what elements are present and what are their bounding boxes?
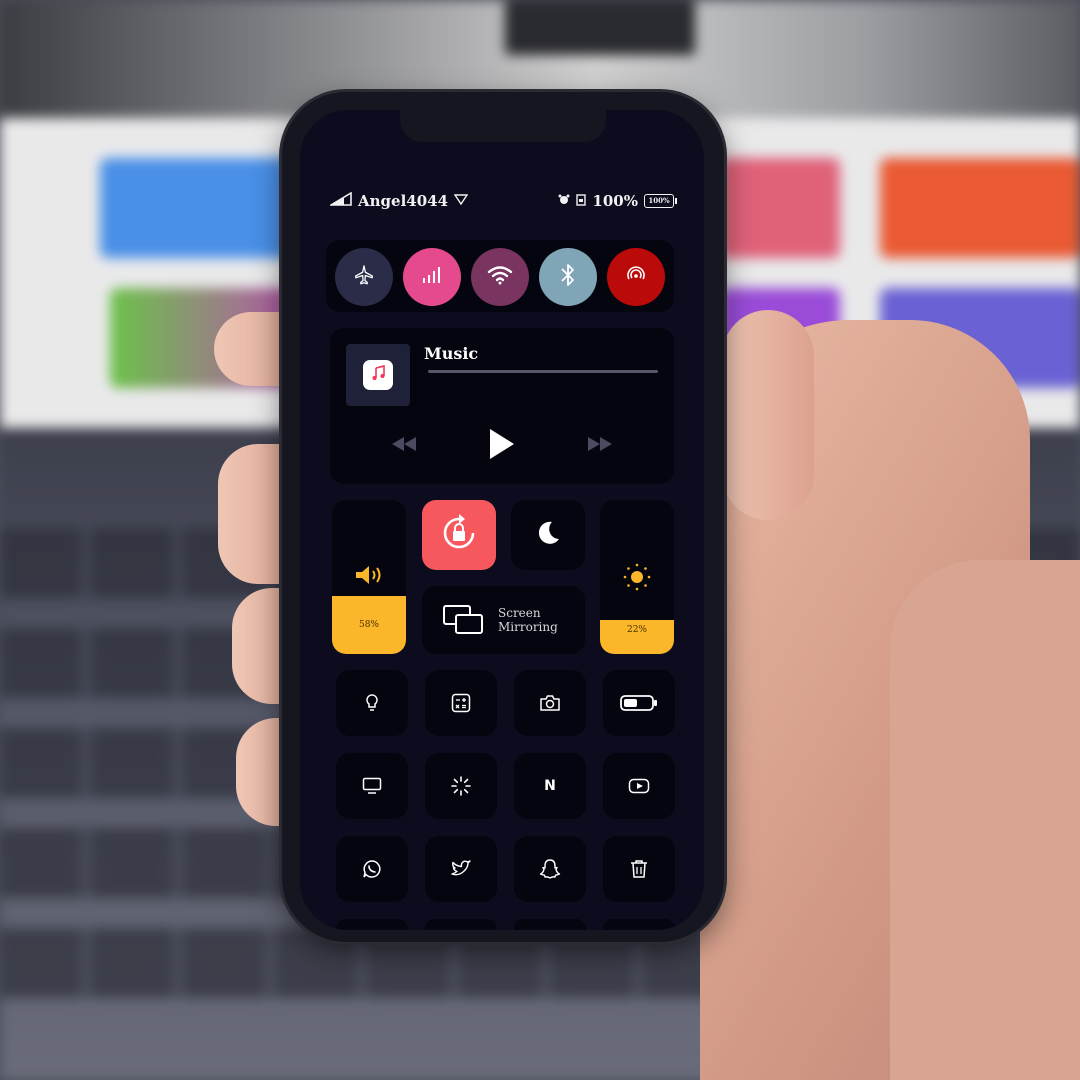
- background-object: [505, 0, 695, 55]
- location-icon: [453, 192, 469, 210]
- flashlight-icon: [366, 694, 378, 711]
- bluetooth-icon: [560, 262, 576, 292]
- grid-partial-tile[interactable]: [603, 919, 675, 930]
- background-tile-orange: [880, 158, 1080, 258]
- grid-partial-tile[interactable]: [425, 919, 497, 930]
- speaker-icon: [354, 564, 384, 590]
- progress-track[interactable]: [428, 370, 658, 373]
- background-tile-pink: [720, 158, 840, 258]
- play-icon: [490, 429, 514, 459]
- netflix-button[interactable]: N: [514, 753, 586, 819]
- loading-button[interactable]: [425, 753, 497, 819]
- music-module: Music: [330, 328, 674, 484]
- airdrop-icon: [625, 264, 647, 290]
- battery-icon: 100%: [644, 194, 677, 208]
- snapchat-button[interactable]: [514, 836, 586, 902]
- brightness-fill: 22%: [600, 620, 674, 654]
- album-art[interactable]: [346, 344, 410, 406]
- fast-forward-button[interactable]: [586, 436, 614, 456]
- connectivity-module: [326, 240, 674, 312]
- status-left: Angel4044: [328, 191, 469, 210]
- rotation-lock-icon: [439, 513, 479, 557]
- hand-wrist: [890, 560, 1080, 1080]
- volume-label: 58%: [358, 620, 379, 630]
- rewind-button[interactable]: [390, 436, 418, 456]
- rotation-lock-button[interactable]: [422, 500, 496, 570]
- volume-slider[interactable]: 58%: [332, 500, 406, 654]
- camera-icon: [540, 695, 560, 711]
- grid-partial-tile[interactable]: [336, 919, 408, 930]
- control-center-screen: Angel4044 100% 100% Music 58% 22% Screen…: [300, 110, 704, 930]
- status-bar: Angel4044 100% 100%: [328, 191, 677, 216]
- whatsapp-icon: [363, 860, 381, 878]
- rewind-icon: [392, 437, 416, 451]
- battery-icon: [620, 695, 657, 711]
- screen-mirroring-line1: Screen: [498, 606, 541, 620]
- flashlight-button[interactable]: [336, 670, 408, 736]
- brightness-label: 22%: [626, 625, 647, 635]
- loading-icon: [451, 776, 471, 796]
- youtube-button[interactable]: [603, 753, 675, 819]
- bluetooth-button[interactable]: [539, 248, 597, 306]
- wifi-button[interactable]: [471, 248, 529, 306]
- screen-mirroring-label: Screen Mirroring: [498, 606, 558, 634]
- airplane-icon: [353, 264, 375, 290]
- alarm-icon: [558, 192, 570, 210]
- carrier-name: Angel4044: [358, 192, 449, 210]
- screen-mirroring-line2: Mirroring: [498, 620, 558, 634]
- netflix-icon: N: [544, 778, 556, 794]
- music-app-icon: [363, 360, 393, 390]
- music-note-icon: [370, 364, 386, 385]
- signal-icon: [328, 191, 352, 210]
- snapchat-icon: [539, 859, 561, 879]
- cellular-bars-icon: [421, 266, 443, 288]
- do-not-disturb-button[interactable]: [511, 500, 585, 570]
- grid-partial-tile[interactable]: [514, 919, 586, 930]
- airplane-mode-button[interactable]: [335, 248, 393, 306]
- background-tile-blue: [100, 158, 290, 258]
- status-right: 100% 100%: [558, 192, 677, 210]
- notch: [400, 110, 606, 142]
- volume-fill: 58%: [332, 596, 406, 654]
- twitter-icon: [451, 860, 471, 876]
- moon-icon: [534, 519, 562, 551]
- lock-rotation-status-icon: [576, 192, 587, 210]
- fast-forward-icon: [588, 437, 612, 451]
- trash-button[interactable]: [603, 836, 675, 902]
- apple-tv-button[interactable]: [336, 753, 408, 819]
- screen-mirroring-icon: [442, 604, 486, 640]
- calculator-icon: [451, 693, 471, 713]
- camera-button[interactable]: [514, 670, 586, 736]
- low-power-button[interactable]: [603, 670, 675, 736]
- music-title: Music: [424, 344, 479, 363]
- battery-percent: 100%: [592, 192, 638, 210]
- screen-mirroring-button[interactable]: Screen Mirroring: [422, 586, 585, 654]
- thumb: [722, 310, 814, 520]
- airdrop-button[interactable]: [607, 248, 665, 306]
- trash-icon: [631, 860, 647, 878]
- whatsapp-button[interactable]: [336, 836, 408, 902]
- calculator-button[interactable]: [425, 670, 497, 736]
- play-button[interactable]: [488, 428, 516, 464]
- sun-icon: [622, 562, 652, 596]
- brightness-slider[interactable]: 22%: [600, 500, 674, 654]
- cellular-data-button[interactable]: [403, 248, 461, 306]
- wifi-icon: [487, 265, 513, 289]
- twitter-button[interactable]: [425, 836, 497, 902]
- tv-icon: [362, 777, 382, 794]
- youtube-icon: [628, 778, 650, 794]
